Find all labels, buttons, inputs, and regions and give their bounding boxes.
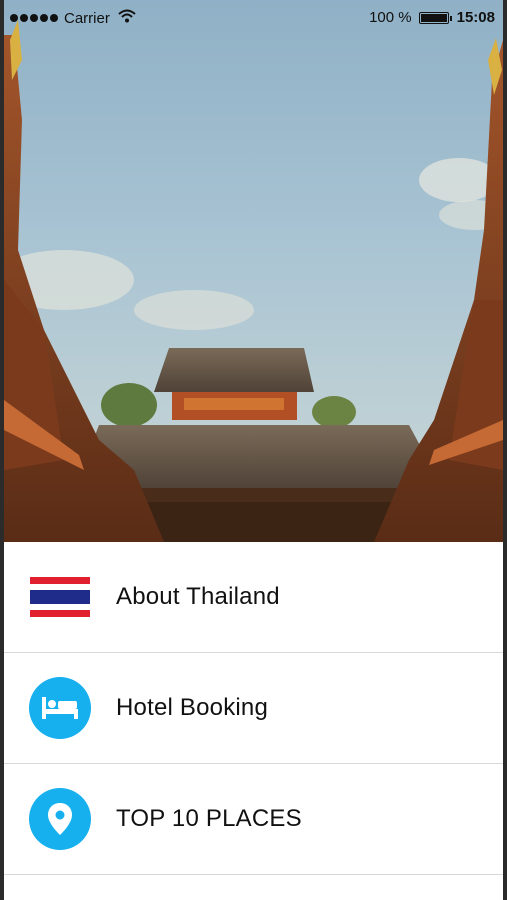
hero-image	[4, 0, 503, 542]
menu-item-top-10-places[interactable]: TOP 10 PLACES	[4, 764, 503, 875]
thailand-flag-icon	[30, 577, 90, 618]
menu-item-label: Hotel Booking	[116, 694, 269, 721]
menu-item-hotel-booking[interactable]: Hotel Booking	[4, 653, 503, 764]
battery-icon	[418, 11, 452, 24]
signal-strength-icon	[10, 14, 58, 22]
menu-item-about-thailand[interactable]: About Thailand	[4, 542, 503, 653]
menu-item-label: About Thailand	[116, 583, 280, 610]
main-menu: About Thailand Hotel Booking TOP 10 PLAC…	[4, 542, 503, 875]
location-pin-icon	[29, 788, 91, 850]
menu-item-label: TOP 10 PLACES	[116, 805, 302, 832]
clock: 15:08	[456, 9, 495, 26]
bed-icon	[29, 677, 91, 739]
battery-percentage: 100 %	[369, 9, 412, 26]
carrier-name: Carrier	[64, 9, 110, 27]
app-screen: Carrier 100 % 15:08 About Thailand Hotel…	[4, 0, 503, 900]
status-bar: Carrier 100 % 15:08	[4, 0, 503, 36]
wifi-icon	[118, 9, 136, 27]
